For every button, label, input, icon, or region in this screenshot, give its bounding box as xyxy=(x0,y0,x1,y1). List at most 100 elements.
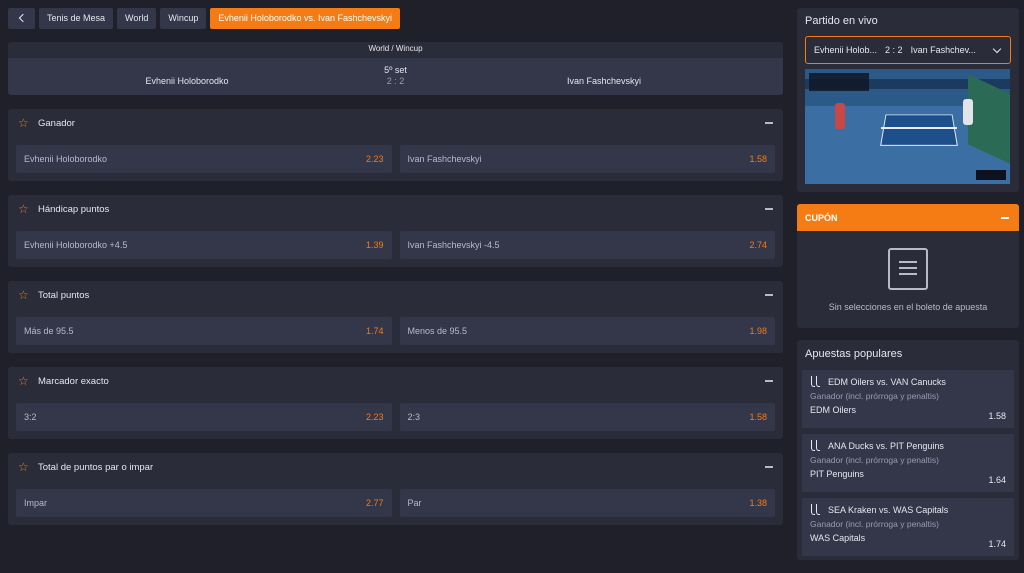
collapse-icon[interactable] xyxy=(1001,217,1009,219)
odd-button[interactable]: Ivan Fashchevskyi 1.58 xyxy=(399,145,775,173)
odd-value: 1.98 xyxy=(749,326,767,336)
popular-selection: PIT Penguins xyxy=(810,469,864,479)
star-icon[interactable]: ☆ xyxy=(18,375,32,387)
popular-odd[interactable]: 1.64 xyxy=(988,475,1006,485)
collapse-icon[interactable] xyxy=(765,208,773,210)
star-icon[interactable]: ☆ xyxy=(18,461,32,473)
set-label: 5º set xyxy=(384,65,407,75)
breadcrumb-sport[interactable]: Tenis de Mesa xyxy=(39,8,114,29)
odd-label: Menos de 95.5 xyxy=(407,326,468,336)
video-table xyxy=(880,114,958,146)
chevron-down-icon xyxy=(992,44,1002,54)
video-score-overlay xyxy=(809,73,869,91)
collapse-icon[interactable] xyxy=(765,466,773,468)
market-header[interactable]: ☆ Total puntos xyxy=(8,281,783,309)
popular-match: SEA Kraken vs. WAS Capitals xyxy=(810,504,1006,516)
video-logo xyxy=(976,170,1006,180)
odds-row: Más de 95.5 1.74 Menos de 95.5 1.98 xyxy=(8,317,783,345)
market-title: Marcador exacto xyxy=(38,375,109,387)
market-header[interactable]: ☆ Hándicap puntos xyxy=(8,195,783,223)
market-marcador-exacto: ☆ Marcador exacto 3:2 2.23 2:3 1.58 xyxy=(8,367,783,439)
odd-button[interactable]: Impar 2.77 xyxy=(16,489,392,517)
odd-value: 1.58 xyxy=(749,412,767,422)
odd-label: Ivan Fashchevskyi xyxy=(407,154,482,164)
chevron-left-icon xyxy=(18,13,27,23)
popular-odd[interactable]: 1.58 xyxy=(988,411,1006,421)
event-main: World / Wincup Evhenii Holoborodko 5º se… xyxy=(8,42,783,525)
odd-label: Par xyxy=(407,498,422,508)
popular-match-name: EDM Oilers vs. VAN Canucks xyxy=(828,377,946,387)
scoreboard: World / Wincup Evhenii Holoborodko 5º se… xyxy=(8,42,783,95)
popular-market: Ganador (incl. prórroga y penaltis) xyxy=(810,391,939,401)
popular-bet-card[interactable]: SEA Kraken vs. WAS Capitals Ganador (inc… xyxy=(802,498,1014,556)
odd-value: 2.23 xyxy=(365,154,384,164)
coupon-panel: CUPÓN Sin selecciones en el boleto de ap… xyxy=(797,204,1019,328)
market-header[interactable]: ☆ Marcador exacto xyxy=(8,367,783,395)
live-video[interactable] xyxy=(805,69,1010,184)
video-player-left xyxy=(835,103,845,129)
breadcrumb-region[interactable]: World xyxy=(117,8,157,29)
hockey-icon xyxy=(810,440,823,452)
collapse-icon[interactable] xyxy=(765,294,773,296)
popular-match: ANA Ducks vs. PIT Penguins xyxy=(810,440,1006,452)
breadcrumb: Tenis de Mesa World Wincup Evhenii Holob… xyxy=(8,8,400,29)
odd-label: Evhenii Holoborodko +4.5 xyxy=(24,240,128,250)
odd-label: Ivan Fashchevskyi -4.5 xyxy=(407,240,500,250)
popular-bet-card[interactable]: EDM Oilers vs. VAN Canucks Ganador (incl… xyxy=(802,370,1014,428)
popular-match-name: ANA Ducks vs. PIT Penguins xyxy=(828,441,944,451)
odd-value: 1.38 xyxy=(749,498,767,508)
odd-button[interactable]: 3:2 2.23 xyxy=(16,403,392,431)
star-icon[interactable]: ☆ xyxy=(18,289,32,301)
popular-odd[interactable]: 1.74 xyxy=(988,539,1006,549)
star-icon[interactable]: ☆ xyxy=(18,203,32,215)
market-header[interactable]: ☆ Ganador xyxy=(8,109,783,137)
odd-value: 2.74 xyxy=(749,240,767,250)
market-header[interactable]: ☆ Total de puntos par o impar xyxy=(8,453,783,481)
odds-row: Evhenii Holoborodko 2.23 Ivan Fashchevsk… xyxy=(8,145,783,173)
market-total-puntos: ☆ Total puntos Más de 95.5 1.74 Menos de… xyxy=(8,281,783,353)
market-handicap-puntos: ☆ Hándicap puntos Evhenii Holoborodko +4… xyxy=(8,195,783,267)
live-player2: Ivan Fashchev... xyxy=(910,45,976,55)
scoreboard-row: Evhenii Holoborodko 5º set 2 : 2 Ivan Fa… xyxy=(8,58,783,95)
player1-name: Evhenii Holoborodko xyxy=(145,76,229,86)
popular-match: EDM Oilers vs. VAN Canucks xyxy=(810,376,1006,388)
market-ganador: ☆ Ganador Evhenii Holoborodko 2.23 Ivan … xyxy=(8,109,783,181)
breadcrumb-event[interactable]: Evhenii Holoborodko vs. Ivan Fashchevsky… xyxy=(210,8,400,29)
odd-value: 2.23 xyxy=(365,412,384,422)
coupon-header[interactable]: CUPÓN xyxy=(797,204,1019,231)
coupon-title: CUPÓN xyxy=(805,212,838,223)
odd-button[interactable]: Ivan Fashchevskyi -4.5 2.74 xyxy=(399,231,775,259)
odd-label: Impar xyxy=(24,498,48,508)
popular-bets: Apuestas populares EDM Oilers vs. VAN Ca… xyxy=(797,340,1019,560)
popular-market: Ganador (incl. prórroga y penaltis) xyxy=(810,455,939,465)
odd-label: Más de 95.5 xyxy=(24,326,74,336)
star-icon[interactable]: ☆ xyxy=(18,117,32,129)
odd-value: 2.77 xyxy=(365,498,384,508)
receipt-icon xyxy=(888,248,928,290)
odd-button[interactable]: Par 1.38 xyxy=(399,489,775,517)
odd-button[interactable]: Evhenii Holoborodko +4.5 1.39 xyxy=(16,231,392,259)
odd-button[interactable]: Menos de 95.5 1.98 xyxy=(399,317,775,345)
market-title: Hándicap puntos xyxy=(38,203,110,215)
breadcrumb-league[interactable]: Wincup xyxy=(160,8,207,29)
odd-button[interactable]: Evhenii Holoborodko 2.23 xyxy=(16,145,392,173)
player2-name: Ivan Fashchevskyi xyxy=(566,76,642,86)
odds-row: Impar 2.77 Par 1.38 xyxy=(8,489,783,517)
back-button[interactable] xyxy=(8,8,35,29)
sidebar-right: Partido en vivo Evhenii Holob... 2 : 2 I… xyxy=(797,8,1019,560)
popular-market: Ganador (incl. prórroga y penaltis) xyxy=(810,519,939,529)
popular-bet-card[interactable]: ANA Ducks vs. PIT Penguins Ganador (incl… xyxy=(802,434,1014,492)
live-match-panel: Partido en vivo Evhenii Holob... 2 : 2 I… xyxy=(797,8,1019,192)
odd-button[interactable]: 2:3 1.58 xyxy=(399,403,775,431)
hockey-icon xyxy=(810,504,823,516)
odd-value: 1.74 xyxy=(365,326,384,336)
market-title: Total puntos xyxy=(38,289,90,301)
live-score: 2 : 2 xyxy=(885,45,903,55)
popular-title: Apuestas populares xyxy=(805,348,903,360)
live-match-select[interactable]: Evhenii Holob... 2 : 2 Ivan Fashchev... xyxy=(805,36,1011,64)
collapse-icon[interactable] xyxy=(765,380,773,382)
video-player-right xyxy=(963,99,973,125)
collapse-icon[interactable] xyxy=(765,122,773,124)
odds-row: Evhenii Holoborodko +4.5 1.39 Ivan Fashc… xyxy=(8,231,783,259)
odd-button[interactable]: Más de 95.5 1.74 xyxy=(16,317,392,345)
